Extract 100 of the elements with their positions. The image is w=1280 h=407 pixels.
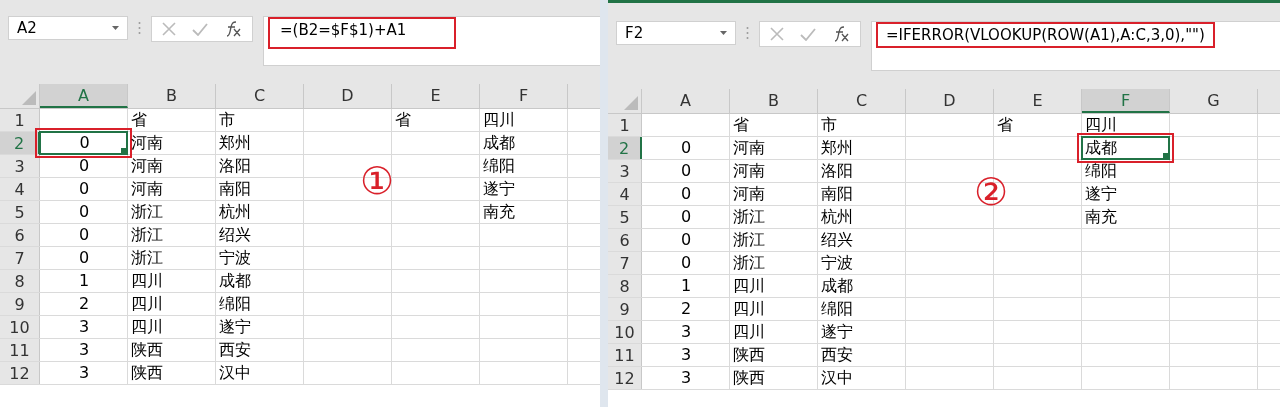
table-cell-text: 南阳 bbox=[218, 178, 252, 200]
table-cell-text: 浙江 bbox=[130, 247, 164, 269]
table-cell-text: 0 bbox=[679, 229, 693, 251]
column-header[interactable]: F bbox=[480, 84, 568, 108]
table-cell-text: 河南 bbox=[130, 155, 164, 177]
name-box[interactable]: A2 bbox=[8, 16, 128, 40]
table-cell-text: 绵阳 bbox=[482, 155, 516, 177]
name-box[interactable]: F2 bbox=[616, 21, 736, 45]
row-header[interactable]: 1 bbox=[0, 109, 40, 131]
table-cell-text: 郑州 bbox=[820, 137, 854, 159]
row-header[interactable]: 12 bbox=[0, 362, 40, 384]
row-header[interactable]: 1 bbox=[608, 114, 642, 136]
column-header[interactable]: G bbox=[1170, 89, 1258, 113]
row-header[interactable]: 11 bbox=[0, 339, 40, 361]
table-cell-text: 0 bbox=[77, 155, 91, 177]
table-cell-text: 0 bbox=[679, 137, 693, 159]
table-cell-text: 绵阳 bbox=[1084, 160, 1118, 182]
row-header[interactable]: 8 bbox=[0, 270, 40, 292]
table-cell-text: 四川 bbox=[130, 270, 164, 292]
table-cell-text: 0 bbox=[679, 160, 693, 182]
table-cell-text: 四川 bbox=[130, 316, 164, 338]
column-header[interactable]: A bbox=[642, 89, 730, 113]
active-cell[interactable]: 0 bbox=[39, 131, 128, 155]
row-header[interactable]: 7 bbox=[0, 247, 40, 269]
drag-handle-icon[interactable] bbox=[746, 26, 749, 40]
row-header[interactable]: 5 bbox=[0, 201, 40, 223]
checkmark-icon[interactable] bbox=[800, 27, 816, 41]
row-header[interactable]: 6 bbox=[608, 229, 642, 251]
table-cell-text: 3 bbox=[679, 321, 693, 343]
row-header[interactable]: 4 bbox=[0, 178, 40, 200]
formula-field[interactable]: =IFERROR(VLOOKUP(ROW(A1),A:C,3,0),"") bbox=[871, 21, 1280, 71]
circled-number: ① bbox=[360, 162, 394, 200]
table-cell-text: 0 bbox=[77, 178, 91, 200]
table-cell-text: 四川 bbox=[732, 298, 766, 320]
formula-field[interactable]: =(B2=$F$1)+A1 bbox=[263, 16, 600, 66]
row-header[interactable]: 2 bbox=[0, 132, 40, 154]
table-cell-text: 四川 bbox=[732, 321, 766, 343]
row-header[interactable]: 12 bbox=[608, 367, 642, 389]
table-cell-text: 成都 bbox=[218, 270, 252, 292]
caret-icon bbox=[720, 31, 727, 35]
table-cell-text: 陕西 bbox=[130, 362, 164, 384]
row-header[interactable]: 5 bbox=[608, 206, 642, 228]
column-header[interactable]: C bbox=[818, 89, 906, 113]
circled-number: ② bbox=[974, 173, 1008, 211]
column-header[interactable]: D bbox=[304, 84, 392, 108]
table-cell-text: 0 bbox=[77, 247, 91, 269]
table-cell-text: 2 bbox=[77, 293, 91, 315]
column-header[interactable]: B bbox=[730, 89, 818, 113]
table-cell-text: 成都 bbox=[820, 275, 854, 297]
column-header[interactable]: E bbox=[392, 84, 480, 108]
table-cell-text: 洛阳 bbox=[218, 155, 252, 177]
row-header[interactable]: 2 bbox=[608, 137, 642, 159]
row-header[interactable]: 3 bbox=[608, 160, 642, 182]
table-cell-text: 市 bbox=[820, 114, 838, 136]
table-cell-text: 0 bbox=[679, 183, 693, 205]
table-cell-text: 汉中 bbox=[218, 362, 252, 384]
column-header[interactable]: F bbox=[1082, 89, 1170, 113]
row-header[interactable]: 7 bbox=[608, 252, 642, 274]
table-cell-text: 西安 bbox=[820, 344, 854, 366]
column-header[interactable]: D bbox=[906, 89, 994, 113]
row-header[interactable]: 4 bbox=[608, 183, 642, 205]
row-header[interactable]: 6 bbox=[0, 224, 40, 246]
table-cell-text: 3 bbox=[679, 367, 693, 389]
formula-text: =(B2=$F$1)+A1 bbox=[268, 17, 457, 49]
table-cell-text: 南阳 bbox=[820, 183, 854, 205]
cancel-icon[interactable] bbox=[162, 22, 176, 36]
table-cell-text: 省 bbox=[394, 109, 412, 131]
row-header[interactable]: 11 bbox=[608, 344, 642, 366]
table-cell-text: 陕西 bbox=[732, 344, 766, 366]
active-cell[interactable]: 成都 bbox=[1081, 136, 1170, 160]
table-cell-text: 四川 bbox=[482, 109, 516, 131]
row-header[interactable]: 9 bbox=[608, 298, 642, 320]
row-header[interactable]: 10 bbox=[608, 321, 642, 343]
column-header[interactable]: A bbox=[40, 84, 128, 108]
checkmark-icon[interactable] bbox=[192, 22, 208, 36]
caret-icon bbox=[112, 26, 119, 30]
row-header[interactable]: 10 bbox=[0, 316, 40, 338]
table-cell-text: 浙江 bbox=[732, 252, 766, 274]
table-cell-text: 3 bbox=[77, 339, 91, 361]
table-cell-text: 3 bbox=[77, 316, 91, 338]
table-cell-text: 1 bbox=[77, 270, 91, 292]
column-header[interactable]: C bbox=[216, 84, 304, 108]
function-icon[interactable] bbox=[224, 21, 242, 37]
table-cell-text: 河南 bbox=[732, 183, 766, 205]
row-header[interactable]: 9 bbox=[0, 293, 40, 315]
table-cell-text: 浙江 bbox=[130, 224, 164, 246]
table-cell-text: 四川 bbox=[732, 275, 766, 297]
select-all-icon[interactable] bbox=[624, 96, 638, 110]
row-header[interactable]: 8 bbox=[608, 275, 642, 297]
cancel-icon[interactable] bbox=[770, 27, 784, 41]
table-cell-text: 洛阳 bbox=[820, 160, 854, 182]
table-cell-text: 省 bbox=[732, 114, 750, 136]
column-header[interactable]: B bbox=[128, 84, 216, 108]
table-cell-text: 成都 bbox=[482, 132, 516, 154]
function-icon[interactable] bbox=[832, 26, 850, 42]
drag-handle-icon[interactable] bbox=[138, 21, 141, 35]
select-all-icon[interactable] bbox=[22, 91, 36, 105]
table-cell-text: 宁波 bbox=[218, 247, 252, 269]
table-cell-text: 3 bbox=[77, 362, 91, 384]
row-header[interactable]: 3 bbox=[0, 155, 40, 177]
